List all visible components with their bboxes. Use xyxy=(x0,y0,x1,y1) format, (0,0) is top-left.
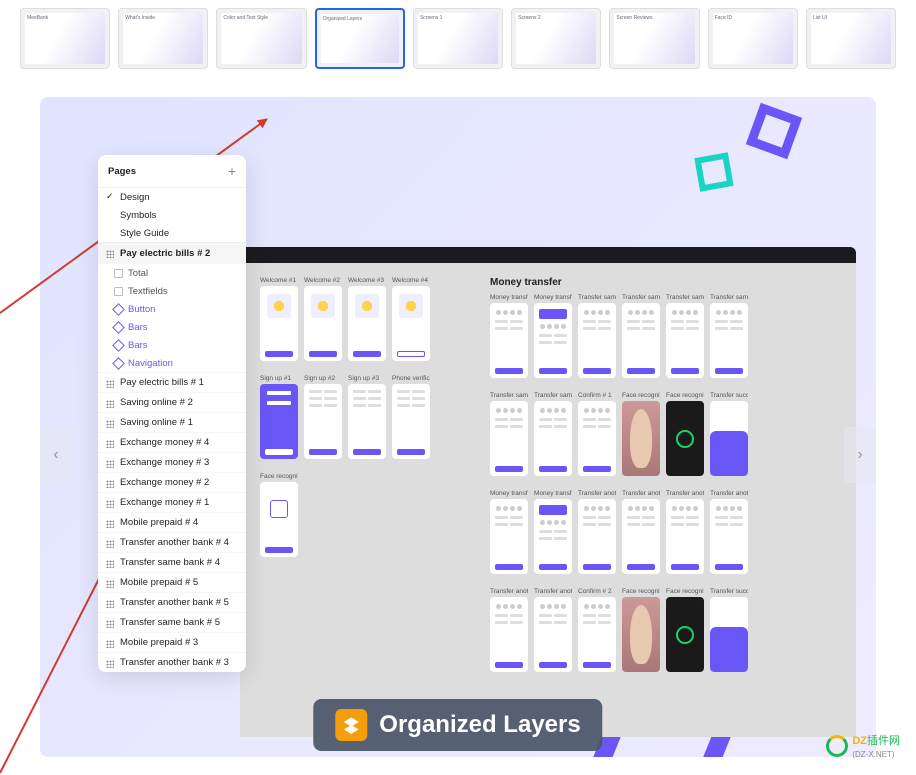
sublayer-item[interactable]: Bars xyxy=(98,318,246,336)
screen-thumb[interactable] xyxy=(666,499,704,574)
sublayer-item[interactable]: Button xyxy=(98,300,246,318)
screen-thumb[interactable] xyxy=(490,597,528,672)
artboard-item[interactable]: Saving online # 2 xyxy=(98,392,246,412)
screen-thumb[interactable] xyxy=(490,499,528,574)
layers-icon xyxy=(335,709,367,741)
screen-thumb[interactable] xyxy=(490,303,528,378)
thumbnail-2[interactable]: Color and Text Style xyxy=(216,8,306,69)
layers-panel: Pages + DesignSymbolsStyle Guide Pay ele… xyxy=(98,155,246,672)
caption-text: Organized Layers xyxy=(379,711,580,739)
screen-thumb[interactable] xyxy=(260,384,298,459)
carousel-next-button[interactable]: › xyxy=(844,427,876,483)
panel-title: Pages xyxy=(108,166,136,177)
carousel-prev-button[interactable]: ‹ xyxy=(40,427,72,483)
screen-thumb[interactable] xyxy=(622,303,660,378)
screen-thumb[interactable] xyxy=(622,597,660,672)
screen-thumb[interactable] xyxy=(490,401,528,476)
screen-thumb[interactable] xyxy=(622,401,660,476)
artboard-item[interactable]: Mobile prepaid # 4 xyxy=(98,512,246,532)
screen-thumb[interactable] xyxy=(392,384,430,459)
thumbnail-4[interactable]: Screens 1 xyxy=(413,8,503,69)
screen-thumb[interactable] xyxy=(260,482,298,557)
decoration-square-teal xyxy=(694,152,733,191)
artboard-item[interactable]: Exchange money # 4 xyxy=(98,432,246,452)
page-item[interactable]: Style Guide xyxy=(98,224,246,242)
screen-thumb[interactable] xyxy=(710,597,748,672)
thumbnail-8[interactable]: List UI xyxy=(806,8,896,69)
main-preview: ‹ › Pages + DesignSymbolsStyle Guide Pay… xyxy=(40,97,876,757)
artboard-item[interactable]: Mobile prepaid # 3 xyxy=(98,632,246,652)
screen-thumb[interactable] xyxy=(578,499,616,574)
artboard-item[interactable]: Exchange money # 1 xyxy=(98,492,246,512)
sublayer-item[interactable]: Total xyxy=(98,264,246,282)
watermark-logo-icon xyxy=(826,735,848,757)
thumbnail-6[interactable]: Screen Reviews xyxy=(609,8,699,69)
screen-thumb[interactable] xyxy=(666,303,704,378)
artboard-item[interactable]: Mobile prepaid # 5 xyxy=(98,572,246,592)
screen-thumb[interactable] xyxy=(534,401,572,476)
screen-thumb[interactable] xyxy=(304,384,342,459)
slide-caption: Organized Layers xyxy=(313,699,602,751)
artboard-item[interactable]: Transfer another bank # 4 xyxy=(98,532,246,552)
screen-thumb[interactable] xyxy=(578,597,616,672)
page-item[interactable]: Symbols xyxy=(98,206,246,224)
artboard-item[interactable]: Exchange money # 3 xyxy=(98,452,246,472)
design-canvas: Welcome #1Welcome #2Welcome #3Welcome #4… xyxy=(240,247,856,737)
thumbnail-1[interactable]: What's Inside xyxy=(118,8,208,69)
screen-thumb[interactable] xyxy=(710,499,748,574)
artboard-item[interactable]: Transfer another bank # 3 xyxy=(98,652,246,672)
artboard-item[interactable]: Exchange money # 2 xyxy=(98,472,246,492)
add-page-button[interactable]: + xyxy=(228,163,236,179)
screen-thumb[interactable] xyxy=(666,597,704,672)
screen-thumb[interactable] xyxy=(304,286,342,361)
thumbnail-7[interactable]: Face ID xyxy=(708,8,798,69)
screen-thumb[interactable] xyxy=(534,597,572,672)
screen-thumb[interactable] xyxy=(392,286,430,361)
artboard-item[interactable]: Pay electric bills # 1 xyxy=(98,372,246,392)
artboard-item[interactable]: Saving online # 1 xyxy=(98,412,246,432)
sublayer-item[interactable]: Bars xyxy=(98,336,246,354)
screen-thumb[interactable] xyxy=(622,499,660,574)
watermark: DZ插件网(DZ-X.NET) xyxy=(826,732,900,760)
artboard-item[interactable]: Transfer same bank # 5 xyxy=(98,612,246,632)
screen-thumb[interactable] xyxy=(666,401,704,476)
canvas-toolbar xyxy=(240,247,856,263)
screen-thumb[interactable] xyxy=(348,384,386,459)
group-title: Money transfer xyxy=(490,277,748,288)
decoration-square-purple xyxy=(746,103,802,159)
sublayer-item[interactable]: Navigation xyxy=(98,354,246,372)
screen-thumb[interactable] xyxy=(710,401,748,476)
screen-thumb[interactable] xyxy=(348,286,386,361)
artboard-item[interactable]: Transfer same bank # 4 xyxy=(98,552,246,572)
page-item[interactable]: Design xyxy=(98,188,246,206)
sublayer-item[interactable]: Textfields xyxy=(98,282,246,300)
thumbnail-0[interactable]: MeeBank xyxy=(20,8,110,69)
thumbnail-3[interactable]: Organized Layers xyxy=(315,8,405,69)
screen-thumb[interactable] xyxy=(534,499,572,574)
active-artboard[interactable]: Pay electric bills # 2 xyxy=(98,242,246,264)
artboard-item[interactable]: Transfer another bank # 5 xyxy=(98,592,246,612)
screen-thumb[interactable] xyxy=(578,303,616,378)
screen-thumb[interactable] xyxy=(260,286,298,361)
thumbnail-5[interactable]: Screens 2 xyxy=(511,8,601,69)
screen-thumb[interactable] xyxy=(534,303,572,378)
screen-thumb[interactable] xyxy=(578,401,616,476)
screen-thumb[interactable] xyxy=(710,303,748,378)
